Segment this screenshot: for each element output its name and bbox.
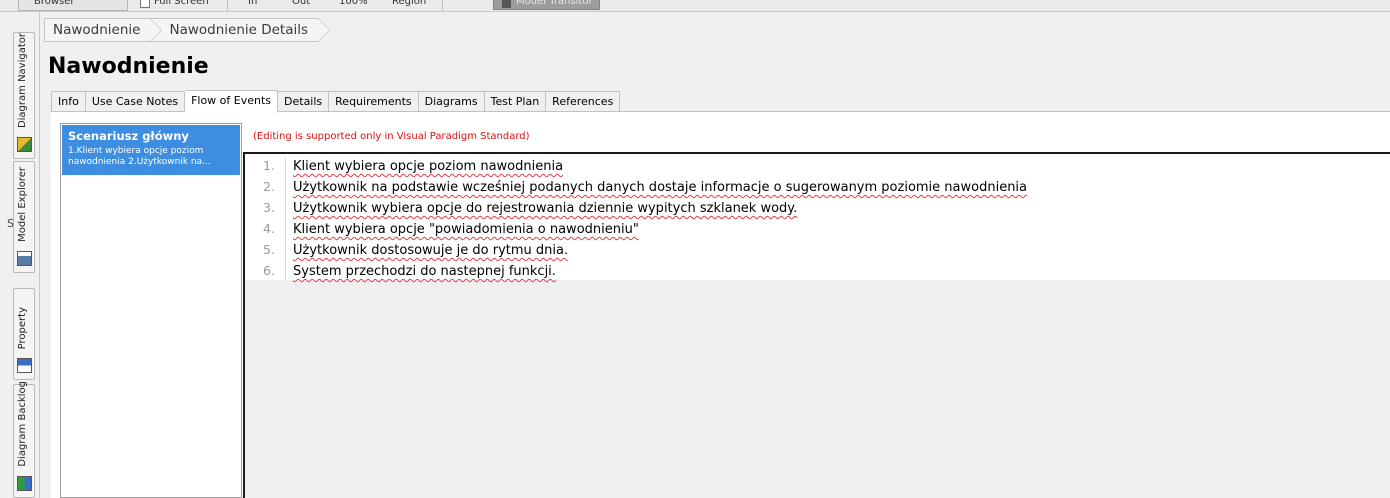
tab-test-plan[interactable]: Test Plan — [484, 91, 547, 112]
scenario-preview-line: nawodnienia 2.Użytkownik na... — [68, 157, 211, 167]
scenario-preview-line: 1.Klient wybiera opcje poziom — [68, 146, 204, 156]
side-tab-label: Diagram Navigator — [17, 32, 28, 128]
model-transitor-label: Model Transitor — [516, 0, 593, 7]
step-number: 5. — [263, 242, 275, 257]
tab-use-case-notes[interactable]: Use Case Notes — [85, 91, 186, 112]
step-text: Użytkownik dostosowuje je do rytmu dnia. — [293, 243, 569, 258]
browser-label: Browser — [34, 0, 75, 7]
model-explorer-icon — [17, 251, 32, 266]
side-tab-diagram-backlog[interactable]: Diagram Backlog — [13, 381, 35, 498]
tab-flow-of-events[interactable]: Flow of Events — [185, 90, 279, 113]
list-item[interactable]: 4. Klient wybiera opcje "powiadomienia o… — [245, 219, 1390, 240]
side-tab-label: Model Explorer — [17, 167, 28, 242]
list-item[interactable]: 3. Użytkownik wybiera opcje do rejestrow… — [245, 198, 1390, 219]
side-tab-label: Diagram Backlog — [17, 381, 28, 467]
step-text: Użytkownik na podstawie wcześniej podany… — [293, 180, 1028, 195]
tab-references[interactable]: References — [546, 91, 621, 112]
step-number: 3. — [263, 200, 275, 215]
tab-diagrams[interactable]: Diagrams — [418, 91, 485, 112]
tab-info[interactable]: Info — [51, 91, 86, 112]
step-text: Użytkownik wybiera opcje do rejestrowani… — [293, 201, 798, 216]
scenario-title: Scenariusz główny — [68, 129, 189, 143]
breadcrumb-item-details[interactable]: Nawodnienie Details — [150, 18, 330, 42]
scenario-list: Scenariusz główny 1.Klient wybiera opcje… — [60, 123, 242, 498]
list-item[interactable]: 6. System przechodzi do nastepnej funkcj… — [245, 261, 1390, 282]
full-screen-icon — [140, 0, 150, 8]
model-transitor-icon — [502, 0, 511, 8]
full-screen-button[interactable]: Full Screen — [154, 0, 209, 10]
breadcrumb: Nawodnienie Nawodnienie Details — [44, 18, 330, 42]
list-item[interactable]: 5. Użytkownik dostosowuje je do rytmu dn… — [245, 240, 1390, 261]
side-tab-model-explorer[interactable]: Model Explorer — [13, 161, 35, 273]
step-text: Klient wybiera opcje "powiadomienia o na… — [293, 222, 639, 237]
zoom-level-button[interactable]: 100% — [339, 0, 368, 10]
step-number: 2. — [263, 179, 275, 194]
side-tab-label: Property — [17, 306, 28, 349]
property-icon — [17, 358, 32, 373]
left-side-panel: Diagram Navigator Model Explorer S Prope… — [0, 12, 40, 498]
tab-details[interactable]: Details — [278, 91, 330, 112]
page-title: Nawodnienie — [48, 54, 209, 79]
diagram-backlog-icon — [17, 476, 32, 491]
top-toolbar: Browser Full Screen In Out 100% Region M… — [0, 0, 1390, 12]
stray-text: S — [7, 217, 14, 230]
tab-bar: Info Use Case Notes Flow of Events Detai… — [51, 90, 621, 113]
scenario-item-main[interactable]: Scenariusz główny 1.Klient wybiera opcje… — [62, 125, 240, 175]
breadcrumb-item-nawodnienie[interactable]: Nawodnienie — [44, 18, 163, 42]
side-tab-property[interactable]: Property — [13, 288, 35, 380]
diagram-navigator-icon — [17, 137, 32, 152]
toolbar-divider — [227, 0, 228, 11]
region-button[interactable]: Region — [392, 0, 426, 10]
list-item[interactable]: 1. Klient wybiera opcje poziom nawodnien… — [245, 156, 1390, 177]
list-item[interactable]: 2. Użytkownik na podstawie wcześniej pod… — [245, 177, 1390, 198]
editing-notice: (Editing is supported only in Visual Par… — [253, 131, 530, 142]
toolbar-divider — [442, 0, 443, 11]
step-number: 1. — [263, 158, 275, 173]
tab-requirements[interactable]: Requirements — [329, 91, 419, 112]
step-list: 1. Klient wybiera opcje poziom nawodnien… — [245, 154, 1390, 280]
step-number: 4. — [263, 221, 275, 236]
scenario-preview: 1.Klient wybiera opcje poziom nawodnieni… — [68, 146, 234, 168]
zoom-in-button[interactable]: In — [248, 0, 257, 10]
flow-of-events-editor[interactable]: 1. Klient wybiera opcje poziom nawodnien… — [243, 152, 1390, 498]
step-text: Klient wybiera opcje poziom nawodnienia — [293, 159, 564, 174]
side-tab-diagram-navigator[interactable]: Diagram Navigator — [13, 32, 35, 159]
step-number: 6. — [263, 263, 275, 278]
step-text: System przechodzi do nastepnej funkcji. — [293, 264, 556, 279]
zoom-out-button[interactable]: Out — [292, 0, 310, 10]
